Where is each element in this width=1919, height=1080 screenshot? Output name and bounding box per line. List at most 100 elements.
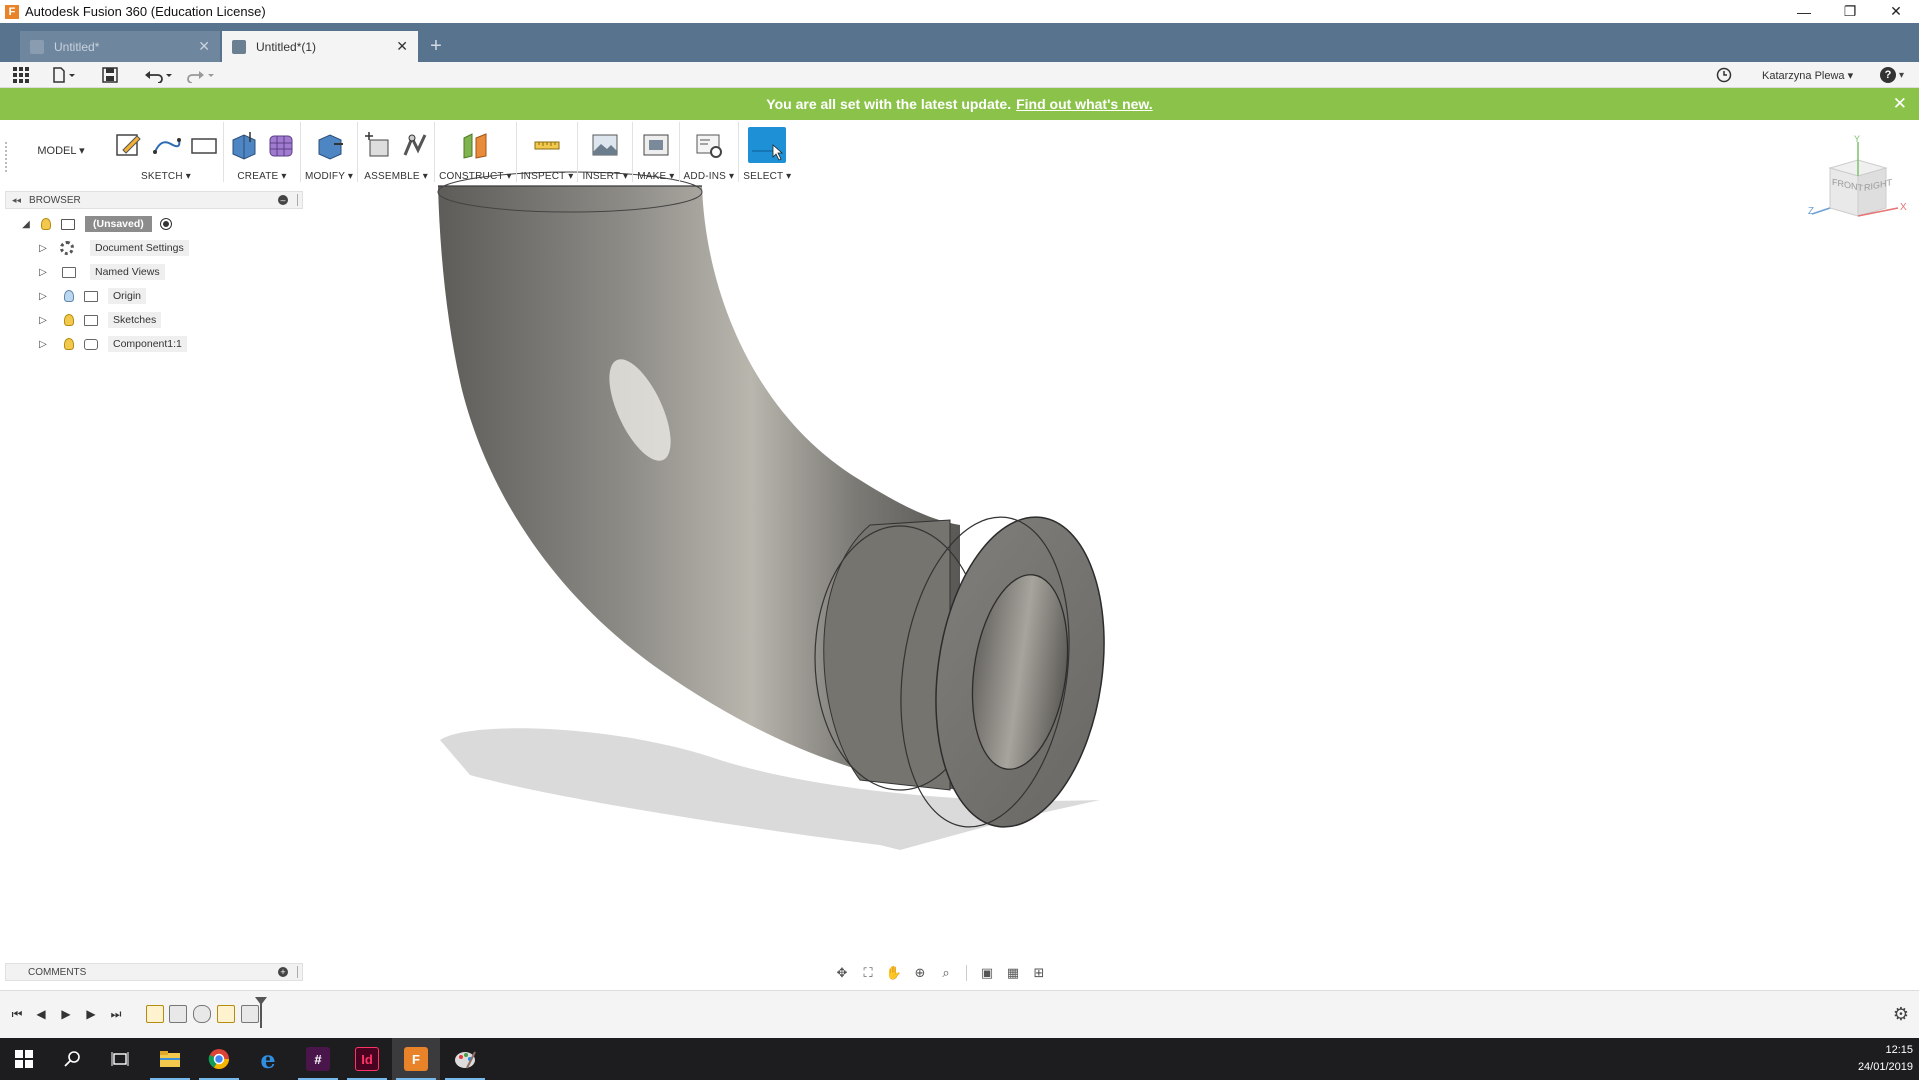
orbit-icon[interactable]: ✥ xyxy=(832,964,852,982)
step-forward-icon[interactable]: ▶ xyxy=(82,1005,100,1023)
scripts-addins-icon[interactable] xyxy=(694,130,724,160)
slack-icon[interactable]: # xyxy=(294,1038,342,1080)
visibility-bulb-icon[interactable] xyxy=(41,218,51,230)
panel-resize-grip[interactable] xyxy=(297,194,299,206)
indesign-icon[interactable]: Id xyxy=(343,1038,391,1080)
help-menu[interactable]: ? ▾ xyxy=(1880,65,1904,85)
root-label[interactable]: (Unsaved) xyxy=(85,216,152,232)
expand-arrow-icon[interactable]: ◢ xyxy=(21,219,31,230)
edge-browser-icon[interactable]: e xyxy=(244,1038,292,1080)
tree-item-component[interactable]: ▷ Component1:1 xyxy=(5,332,303,356)
display-settings-icon[interactable]: ▣ xyxy=(977,964,997,982)
paint-app-icon[interactable] xyxy=(441,1038,489,1080)
press-pull-icon[interactable] xyxy=(314,130,344,160)
timeline-body-feature[interactable] xyxy=(169,1005,187,1023)
tree-root[interactable]: ◢ (Unsaved) xyxy=(5,212,303,236)
close-window-button[interactable]: ✕ xyxy=(1873,0,1919,23)
toolbar-group-assemble[interactable]: ASSEMBLE ▾ xyxy=(358,122,436,182)
joint-icon[interactable] xyxy=(400,130,430,160)
search-icon[interactable] xyxy=(48,1038,96,1080)
visibility-bulb-icon[interactable] xyxy=(64,338,74,350)
zoom-icon[interactable]: ⊕ xyxy=(910,964,930,982)
file-explorer-icon[interactable] xyxy=(146,1038,194,1080)
rectangle-icon[interactable] xyxy=(189,130,219,160)
task-view-icon[interactable] xyxy=(96,1038,144,1080)
expand-arrow-icon[interactable]: ▷ xyxy=(38,315,48,326)
fusion-360-taskbar-icon[interactable]: F xyxy=(392,1038,440,1080)
tab-close-icon[interactable]: ✕ xyxy=(198,38,210,55)
tab-untitled[interactable]: Untitled* ✕ xyxy=(20,31,220,62)
visibility-bulb-icon[interactable] xyxy=(64,314,74,326)
timeline-marker[interactable] xyxy=(255,997,267,1028)
system-clock[interactable]: 12:15 24/01/2019 xyxy=(1858,1042,1913,1076)
tab-untitled-1[interactable]: Untitled*(1) ✕ xyxy=(222,31,418,62)
minimize-panel-icon[interactable]: – xyxy=(278,195,288,205)
timeline-settings-gear-icon[interactable]: ⚙ xyxy=(1893,1004,1909,1025)
file-menu-icon[interactable] xyxy=(52,65,76,85)
toolbar-grip[interactable] xyxy=(5,142,11,172)
whats-new-link[interactable]: Find out what's new. xyxy=(1016,96,1153,112)
tree-item-document-settings[interactable]: ▷ Document Settings xyxy=(5,236,303,260)
data-panel-grid-icon[interactable] xyxy=(12,65,30,85)
viewports-icon[interactable]: ⊞ xyxy=(1029,964,1049,982)
user-account-menu[interactable]: Katarzyna Plewa ▾ xyxy=(1762,65,1853,85)
form-icon[interactable] xyxy=(266,130,296,160)
timeline-extrude-feature[interactable] xyxy=(241,1005,259,1023)
toolbar-group-construct[interactable]: CONSTRUCT ▾ xyxy=(435,122,517,182)
3d-print-icon[interactable] xyxy=(641,130,671,160)
toolbar-group-sketch[interactable]: SKETCH ▾ xyxy=(109,122,224,182)
grid-settings-icon[interactable]: ▦ xyxy=(1003,964,1023,982)
tree-item-named-views[interactable]: ▷ Named Views xyxy=(5,260,303,284)
toolbar-label-add-ins: ADD-INS ▾ xyxy=(683,171,735,182)
offset-plane-icon[interactable] xyxy=(460,130,490,160)
add-comment-icon[interactable]: + xyxy=(278,967,288,977)
redo-icon[interactable] xyxy=(186,65,216,85)
toolbar-group-modify[interactable]: MODIFY ▾ xyxy=(301,122,359,182)
save-icon[interactable] xyxy=(102,65,118,85)
new-component-icon[interactable] xyxy=(362,130,392,160)
panel-resize-grip[interactable] xyxy=(297,966,299,978)
toolbar-group-make[interactable]: MAKE ▾ xyxy=(633,122,680,182)
timeline-sketch-feature[interactable] xyxy=(217,1005,235,1023)
chrome-icon[interactable] xyxy=(195,1038,243,1080)
extrude-icon[interactable] xyxy=(228,130,258,160)
new-tab-button[interactable]: + xyxy=(422,33,450,60)
windows-start-icon[interactable] xyxy=(0,1038,48,1080)
select-icon[interactable] xyxy=(748,127,787,163)
activate-radio-icon[interactable] xyxy=(159,218,172,230)
insert-image-icon[interactable] xyxy=(590,130,620,160)
toolbar-group-add-ins[interactable]: ADD-INS ▾ xyxy=(680,122,740,182)
tree-item-sketches[interactable]: ▷ Sketches xyxy=(5,308,303,332)
toolbar-group-insert[interactable]: INSERT ▾ xyxy=(578,122,634,182)
banner-close-icon[interactable]: ✕ xyxy=(1893,94,1907,114)
viewcube[interactable]: FRONT RIGHT Y X Z xyxy=(1808,134,1918,230)
workspace-switcher[interactable]: MODEL ▾ xyxy=(21,122,101,178)
line-icon[interactable] xyxy=(151,130,181,160)
step-back-icon[interactable]: ◀ xyxy=(32,1005,50,1023)
restore-button[interactable]: ❐ xyxy=(1827,0,1873,23)
go-to-start-icon[interactable]: ⏮ xyxy=(8,1005,26,1023)
visibility-bulb-icon[interactable] xyxy=(64,290,74,302)
expand-arrow-icon[interactable]: ▷ xyxy=(38,339,48,350)
toolbar-group-select[interactable]: SELECT ▾ xyxy=(739,122,795,182)
fit-zoom-icon[interactable]: ⌕ xyxy=(936,964,956,982)
collapse-browser-icon[interactable]: ◂◂ xyxy=(12,195,21,206)
job-status-clock-icon[interactable] xyxy=(1716,65,1732,85)
create-sketch-icon[interactable] xyxy=(113,130,143,160)
toolbar-group-create[interactable]: CREATE ▾ xyxy=(224,122,301,182)
look-at-icon[interactable]: ⛶ xyxy=(858,964,878,982)
timeline-sweep-feature[interactable] xyxy=(193,1005,211,1023)
expand-arrow-icon[interactable]: ▷ xyxy=(38,267,48,278)
go-to-end-icon[interactable]: ⏭ xyxy=(107,1005,125,1023)
expand-arrow-icon[interactable]: ▷ xyxy=(38,291,48,302)
tree-item-origin[interactable]: ▷ Origin xyxy=(5,284,303,308)
timeline-sketch-feature[interactable] xyxy=(146,1005,164,1023)
minimize-button[interactable]: — xyxy=(1781,0,1827,23)
pan-hand-icon[interactable]: ✋ xyxy=(884,964,904,982)
expand-arrow-icon[interactable]: ▷ xyxy=(38,243,48,254)
toolbar-group-inspect[interactable]: INSPECT ▾ xyxy=(517,122,579,182)
undo-icon[interactable] xyxy=(144,65,174,85)
tab-close-icon[interactable]: ✕ xyxy=(396,38,408,55)
play-icon[interactable]: ▶ xyxy=(57,1005,75,1023)
measure-icon[interactable] xyxy=(532,130,562,160)
